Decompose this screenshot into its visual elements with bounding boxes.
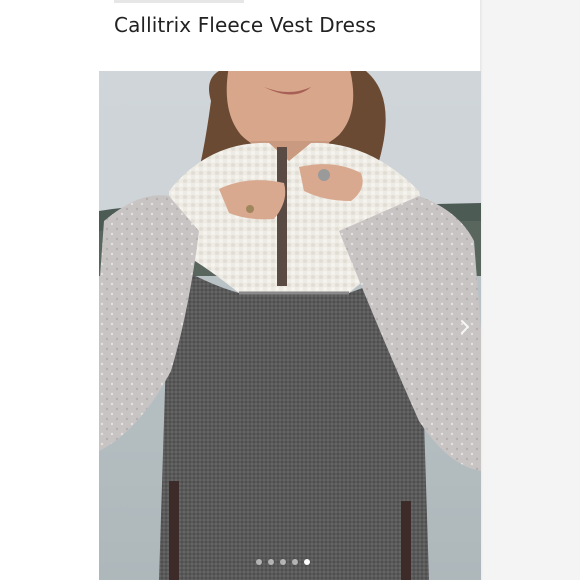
side-panel-edge <box>480 0 580 580</box>
slide-dot-5[interactable] <box>304 559 310 565</box>
header-divider <box>114 0 244 3</box>
chevron-right-icon[interactable] <box>456 318 474 336</box>
product-photo-art <box>99 71 481 580</box>
slide-dot-4[interactable] <box>292 559 298 565</box>
page: Callitrix Fleece Vest Dress <box>0 0 580 580</box>
slide-dot-2[interactable] <box>268 559 274 565</box>
product-title: Callitrix Fleece Vest Dress <box>114 13 377 37</box>
slide-indicators <box>256 559 310 567</box>
slide-dot-1[interactable] <box>256 559 262 565</box>
slide-dot-3[interactable] <box>280 559 286 565</box>
product-photo[interactable] <box>99 71 481 580</box>
